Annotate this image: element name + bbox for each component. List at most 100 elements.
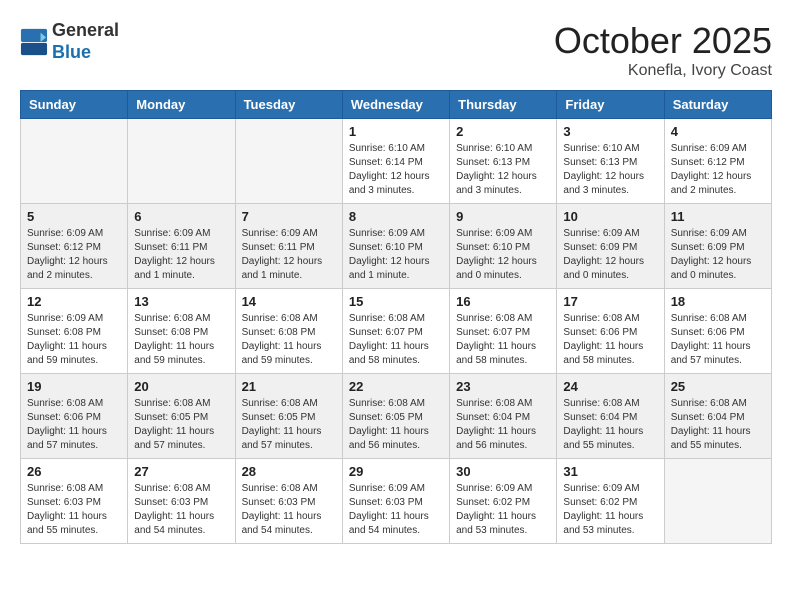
day-info: Sunrise: 6:08 AM Sunset: 6:06 PM Dayligh… (671, 312, 765, 368)
weekday-header: Thursday (450, 91, 557, 119)
day-info: Sunrise: 6:10 AM Sunset: 6:13 PM Dayligh… (563, 142, 657, 198)
day-number: 13 (134, 294, 228, 309)
day-info: Sunrise: 6:08 AM Sunset: 6:04 PM Dayligh… (563, 397, 657, 453)
day-number: 6 (134, 209, 228, 224)
calendar-day-cell (235, 119, 342, 204)
calendar-table: SundayMondayTuesdayWednesdayThursdayFrid… (20, 90, 772, 544)
calendar-day-cell: 2Sunrise: 6:10 AM Sunset: 6:13 PM Daylig… (450, 119, 557, 204)
day-info: Sunrise: 6:08 AM Sunset: 6:05 PM Dayligh… (349, 397, 443, 453)
calendar-day-cell: 4 Sunrise: 6:09 AM Sunset: 6:12 PM Daylig… (664, 119, 771, 204)
calendar-day-cell (128, 119, 235, 204)
day-number: 11 (671, 209, 765, 224)
calendar-day-cell: 3 Sunrise: 6:10 AM Sunset: 6:13 PM Daylig… (557, 119, 664, 204)
day-info: Sunrise: 6:08 AM Sunset: 6:07 PM Dayligh… (349, 312, 443, 368)
calendar-day-cell: 31 Sunrise: 6:09 AM Sunset: 6:02 PM Dayli… (557, 459, 664, 544)
weekday-header: Saturday (664, 91, 771, 119)
location: Konefla, Ivory Coast (554, 62, 772, 80)
logo-general-text: General (52, 20, 119, 40)
day-number: 10 (563, 209, 657, 224)
weekday-header: Monday (128, 91, 235, 119)
day-info: Sunrise: 6:09 AM Sunset: 6:11 PM Dayligh… (242, 227, 336, 283)
day-info: Sunrise: 6:09 AM Sunset: 6:08 PM Dayligh… (27, 312, 121, 368)
calendar-day-cell: 30 Sunrise: 6:09 AM Sunset: 6:02 PM Dayli… (450, 459, 557, 544)
day-info: Sunrise: 6:10 AM Sunset: 6:14 PM Dayligh… (349, 142, 443, 198)
day-number: 8 (349, 209, 443, 224)
day-number: 25 (671, 379, 765, 394)
calendar-day-cell: 26Sunrise: 6:08 AM Sunset: 6:03 PM Dayli… (21, 459, 128, 544)
calendar-day-cell: 25 Sunrise: 6:08 AM Sunset: 6:04 PM Dayli… (664, 374, 771, 459)
day-number: 24 (563, 379, 657, 394)
day-number: 16 (456, 294, 550, 309)
day-number: 5 (27, 209, 121, 224)
weekday-header: Sunday (21, 91, 128, 119)
calendar-day-cell: 6 Sunrise: 6:09 AM Sunset: 6:11 PM Daylig… (128, 204, 235, 289)
calendar-day-cell: 27Sunrise: 6:08 AM Sunset: 6:03 PM Dayli… (128, 459, 235, 544)
day-info: Sunrise: 6:08 AM Sunset: 6:05 PM Dayligh… (134, 397, 228, 453)
day-number: 29 (349, 464, 443, 479)
calendar-day-cell: 5 Sunrise: 6:09 AM Sunset: 6:12 PM Daylig… (21, 204, 128, 289)
calendar-day-cell: 19 Sunrise: 6:08 AM Sunset: 6:06 PM Dayli… (21, 374, 128, 459)
calendar-day-cell: 18 Sunrise: 6:08 AM Sunset: 6:06 PM Dayli… (664, 289, 771, 374)
day-info: Sunrise: 6:08 AM Sunset: 6:06 PM Dayligh… (563, 312, 657, 368)
day-number: 3 (563, 124, 657, 139)
day-info: Sunrise: 6:09 AM Sunset: 6:12 PM Dayligh… (27, 227, 121, 283)
calendar-day-cell: 29 Sunrise: 6:09 AM Sunset: 6:03 PM Dayli… (342, 459, 449, 544)
day-info: Sunrise: 6:08 AM Sunset: 6:08 PM Dayligh… (242, 312, 336, 368)
calendar-day-cell: 20 Sunrise: 6:08 AM Sunset: 6:05 PM Dayli… (128, 374, 235, 459)
day-info: Sunrise: 6:10 AM Sunset: 6:13 PM Dayligh… (456, 142, 550, 198)
calendar-day-cell: 9Sunrise: 6:09 AM Sunset: 6:10 PM Daylig… (450, 204, 557, 289)
day-info: Sunrise: 6:08 AM Sunset: 6:04 PM Dayligh… (671, 397, 765, 453)
calendar-day-cell: 11Sunrise: 6:09 AM Sunset: 6:09 PM Dayli… (664, 204, 771, 289)
day-number: 31 (563, 464, 657, 479)
day-number: 19 (27, 379, 121, 394)
day-number: 14 (242, 294, 336, 309)
calendar-day-cell: 7 Sunrise: 6:09 AM Sunset: 6:11 PM Daylig… (235, 204, 342, 289)
calendar-day-cell: 14 Sunrise: 6:08 AM Sunset: 6:08 PM Dayli… (235, 289, 342, 374)
calendar-day-cell: 15Sunrise: 6:08 AM Sunset: 6:07 PM Dayli… (342, 289, 449, 374)
calendar-day-cell: 21 Sunrise: 6:08 AM Sunset: 6:05 PM Dayli… (235, 374, 342, 459)
calendar-day-cell: 28Sunrise: 6:08 AM Sunset: 6:03 PM Dayli… (235, 459, 342, 544)
day-number: 7 (242, 209, 336, 224)
calendar-day-cell: 10 Sunrise: 6:09 AM Sunset: 6:09 PM Dayli… (557, 204, 664, 289)
calendar-week-row: 12 Sunrise: 6:09 AM Sunset: 6:08 PM Dayli… (21, 289, 772, 374)
day-number: 12 (27, 294, 121, 309)
day-number: 17 (563, 294, 657, 309)
calendar-day-cell: 17 Sunrise: 6:08 AM Sunset: 6:06 PM Dayli… (557, 289, 664, 374)
day-info: Sunrise: 6:09 AM Sunset: 6:02 PM Dayligh… (456, 482, 550, 538)
day-number: 30 (456, 464, 550, 479)
day-info: Sunrise: 6:09 AM Sunset: 6:03 PM Dayligh… (349, 482, 443, 538)
day-info: Sunrise: 6:08 AM Sunset: 6:06 PM Dayligh… (27, 397, 121, 453)
day-info: Sunrise: 6:08 AM Sunset: 6:03 PM Dayligh… (27, 482, 121, 538)
day-info: Sunrise: 6:09 AM Sunset: 6:11 PM Dayligh… (134, 227, 228, 283)
calendar-day-cell: 8Sunrise: 6:09 AM Sunset: 6:10 PM Daylig… (342, 204, 449, 289)
calendar-day-cell: 22 Sunrise: 6:08 AM Sunset: 6:05 PM Dayli… (342, 374, 449, 459)
day-info: Sunrise: 6:08 AM Sunset: 6:07 PM Dayligh… (456, 312, 550, 368)
calendar-day-cell: 1 Sunrise: 6:10 AM Sunset: 6:14 PM Daylig… (342, 119, 449, 204)
weekday-header-row: SundayMondayTuesdayWednesdayThursdayFrid… (21, 91, 772, 119)
calendar-day-cell: 23Sunrise: 6:08 AM Sunset: 6:04 PM Dayli… (450, 374, 557, 459)
month-title: October 2025 (554, 20, 772, 62)
day-info: Sunrise: 6:09 AM Sunset: 6:09 PM Dayligh… (563, 227, 657, 283)
day-number: 4 (671, 124, 765, 139)
calendar-week-row: 1 Sunrise: 6:10 AM Sunset: 6:14 PM Daylig… (21, 119, 772, 204)
day-info: Sunrise: 6:09 AM Sunset: 6:02 PM Dayligh… (563, 482, 657, 538)
day-number: 28 (242, 464, 336, 479)
day-info: Sunrise: 6:08 AM Sunset: 6:05 PM Dayligh… (242, 397, 336, 453)
calendar-week-row: 5 Sunrise: 6:09 AM Sunset: 6:12 PM Daylig… (21, 204, 772, 289)
day-info: Sunrise: 6:09 AM Sunset: 6:10 PM Dayligh… (456, 227, 550, 283)
day-info: Sunrise: 6:09 AM Sunset: 6:12 PM Dayligh… (671, 142, 765, 198)
logo-icon (20, 28, 48, 56)
calendar-day-cell: 16 Sunrise: 6:08 AM Sunset: 6:07 PM Dayli… (450, 289, 557, 374)
calendar-week-row: 26Sunrise: 6:08 AM Sunset: 6:03 PM Dayli… (21, 459, 772, 544)
day-info: Sunrise: 6:08 AM Sunset: 6:04 PM Dayligh… (456, 397, 550, 453)
calendar-day-cell (664, 459, 771, 544)
calendar-day-cell: 13Sunrise: 6:08 AM Sunset: 6:08 PM Dayli… (128, 289, 235, 374)
day-number: 18 (671, 294, 765, 309)
day-number: 21 (242, 379, 336, 394)
calendar-day-cell (21, 119, 128, 204)
day-number: 1 (349, 124, 443, 139)
weekday-header: Wednesday (342, 91, 449, 119)
day-number: 22 (349, 379, 443, 394)
day-number: 20 (134, 379, 228, 394)
calendar-day-cell: 24 Sunrise: 6:08 AM Sunset: 6:04 PM Dayli… (557, 374, 664, 459)
